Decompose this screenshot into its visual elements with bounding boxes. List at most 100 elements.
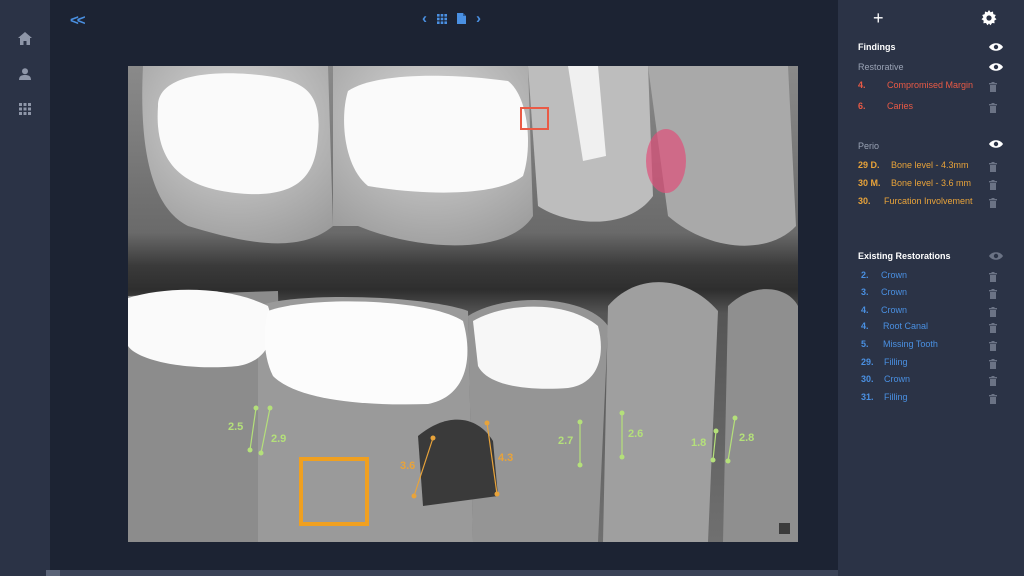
restoration-row[interactable]: 5. Missing Tooth (858, 339, 1008, 353)
measure-point[interactable] (619, 454, 625, 460)
finding-label: Bone level - 3.6 mm (891, 178, 972, 188)
restoration-label: Crown (881, 305, 908, 315)
restoration-row[interactable]: 3. Crown (858, 287, 1008, 301)
finding-row[interactable]: 30. Furcation Involvement (858, 196, 1008, 210)
measure-point[interactable] (253, 405, 259, 411)
gear-icon[interactable] (981, 10, 997, 26)
tooth-number: 6. (858, 101, 866, 111)
image-viewer: << ‹ › 2.5 2.9 3.6 4.3 2.7 2.6 1.8 2.8 (50, 0, 838, 576)
eye-icon[interactable] (989, 139, 1003, 149)
measure-point[interactable] (258, 450, 264, 456)
caries-marker[interactable] (646, 129, 686, 193)
eye-icon[interactable] (989, 42, 1003, 52)
restoration-row[interactable]: 2. Crown (858, 270, 1008, 284)
restoration-label: Crown (884, 374, 911, 384)
app-window: << ‹ › 2.5 2.9 3.6 4.3 2.7 2.6 1.8 2.8 +… (0, 0, 1024, 576)
xray-image[interactable]: 2.5 2.9 3.6 4.3 2.7 2.6 1.8 2.8 (128, 66, 798, 542)
restoration-row[interactable]: 30. Crown (858, 374, 1008, 388)
left-nav-rail (0, 0, 50, 576)
home-icon[interactable] (15, 28, 35, 48)
trash-icon[interactable] (989, 341, 997, 351)
finding-label: Furcation Involvement (884, 196, 973, 206)
trash-icon[interactable] (989, 103, 997, 113)
finding-label: Caries (887, 101, 914, 111)
measure-point[interactable] (494, 491, 500, 497)
trash-icon[interactable] (989, 180, 997, 190)
tooth-number: 30. (861, 374, 874, 384)
lower-crown-1 (264, 301, 468, 405)
restoration-label: Crown (881, 287, 908, 297)
next-image-button[interactable]: › (476, 10, 481, 27)
apps-grid-icon[interactable] (15, 99, 35, 119)
finding-row[interactable]: 4. Compromised Margin (858, 80, 1008, 94)
upper-crown-2 (344, 75, 528, 193)
measure-point[interactable] (247, 447, 253, 453)
measure-point[interactable] (725, 458, 731, 464)
eye-icon[interactable] (989, 251, 1003, 261)
findings-title: Findings (858, 42, 896, 52)
measure-label: 2.6 (628, 428, 643, 440)
document-icon[interactable] (457, 13, 466, 24)
measure-label: 4.3 (498, 452, 513, 464)
trash-icon[interactable] (989, 323, 997, 333)
trash-icon[interactable] (989, 394, 997, 404)
restoration-row[interactable]: 4. Crown (858, 305, 1008, 319)
measure-label: 2.8 (739, 432, 754, 444)
trash-icon[interactable] (989, 376, 997, 386)
trash-icon[interactable] (989, 162, 997, 172)
trash-icon[interactable] (989, 359, 997, 369)
bone-defect (418, 419, 498, 506)
restoration-label: Filling (884, 392, 908, 402)
trash-icon[interactable] (989, 82, 997, 92)
user-icon[interactable] (15, 64, 35, 84)
trash-icon[interactable] (989, 289, 997, 299)
horizontal-scrollbar[interactable] (46, 570, 838, 576)
lower-filling-2 (473, 306, 601, 389)
tooth-number: 2. (861, 270, 869, 280)
measure-point[interactable] (713, 428, 719, 434)
restoration-row[interactable]: 29. Filling (858, 357, 1008, 371)
finding-label: Compromised Margin (887, 80, 974, 90)
add-finding-button[interactable]: + (873, 8, 884, 29)
existing-restorations-title: Existing Restorations (858, 251, 951, 261)
findings-panel: + Findings Restorative 4. Compromised Ma… (838, 0, 1024, 576)
tooth-number: 30. (858, 196, 871, 206)
measure-point[interactable] (267, 405, 273, 411)
restorative-title: Restorative (858, 62, 904, 72)
panel-toolbar: + (838, 8, 1024, 30)
trash-icon[interactable] (989, 272, 997, 282)
lower-tooth-5 (723, 289, 798, 542)
finding-row[interactable]: 6. Caries (858, 101, 1008, 115)
finding-label: Bone level - 4.3mm (891, 160, 969, 170)
eye-icon[interactable] (989, 62, 1003, 72)
measure-label: 1.8 (691, 437, 706, 449)
lower-filling-1 (128, 289, 272, 368)
trash-icon[interactable] (989, 198, 997, 208)
trash-icon[interactable] (989, 307, 997, 317)
finding-row[interactable]: 29 D. Bone level - 4.3mm (858, 160, 1008, 174)
measure-point[interactable] (577, 419, 583, 425)
measure-point[interactable] (430, 435, 436, 441)
measure-label: 2.5 (228, 421, 243, 433)
tooth-number: 31. (861, 392, 874, 402)
collapse-button[interactable]: << (70, 12, 85, 29)
measure-point[interactable] (732, 415, 738, 421)
measure-point[interactable] (484, 420, 490, 426)
measure-point[interactable] (411, 493, 417, 499)
tooth-number: 29 D. (858, 160, 880, 170)
xray-canvas: 2.5 2.9 3.6 4.3 2.7 2.6 1.8 2.8 (128, 66, 798, 542)
measure-point[interactable] (710, 457, 716, 463)
tooth-number: 4. (861, 305, 869, 315)
viewer-toolbar: << ‹ › (50, 8, 838, 30)
finding-row[interactable]: 30 M. Bone level - 3.6 mm (858, 178, 1008, 192)
scrollbar-thumb[interactable] (46, 570, 60, 576)
previous-image-button[interactable]: ‹ (422, 10, 427, 27)
restoration-row[interactable]: 4. Root Canal (858, 321, 1008, 335)
measure-point[interactable] (577, 462, 583, 468)
tooth-number: 3. (861, 287, 869, 297)
measure-point[interactable] (619, 410, 625, 416)
grid-view-icon[interactable] (437, 13, 447, 24)
perio-title: Perio (858, 141, 880, 151)
measure-label: 2.9 (271, 433, 286, 445)
restoration-row[interactable]: 31. Filling (858, 392, 1008, 406)
